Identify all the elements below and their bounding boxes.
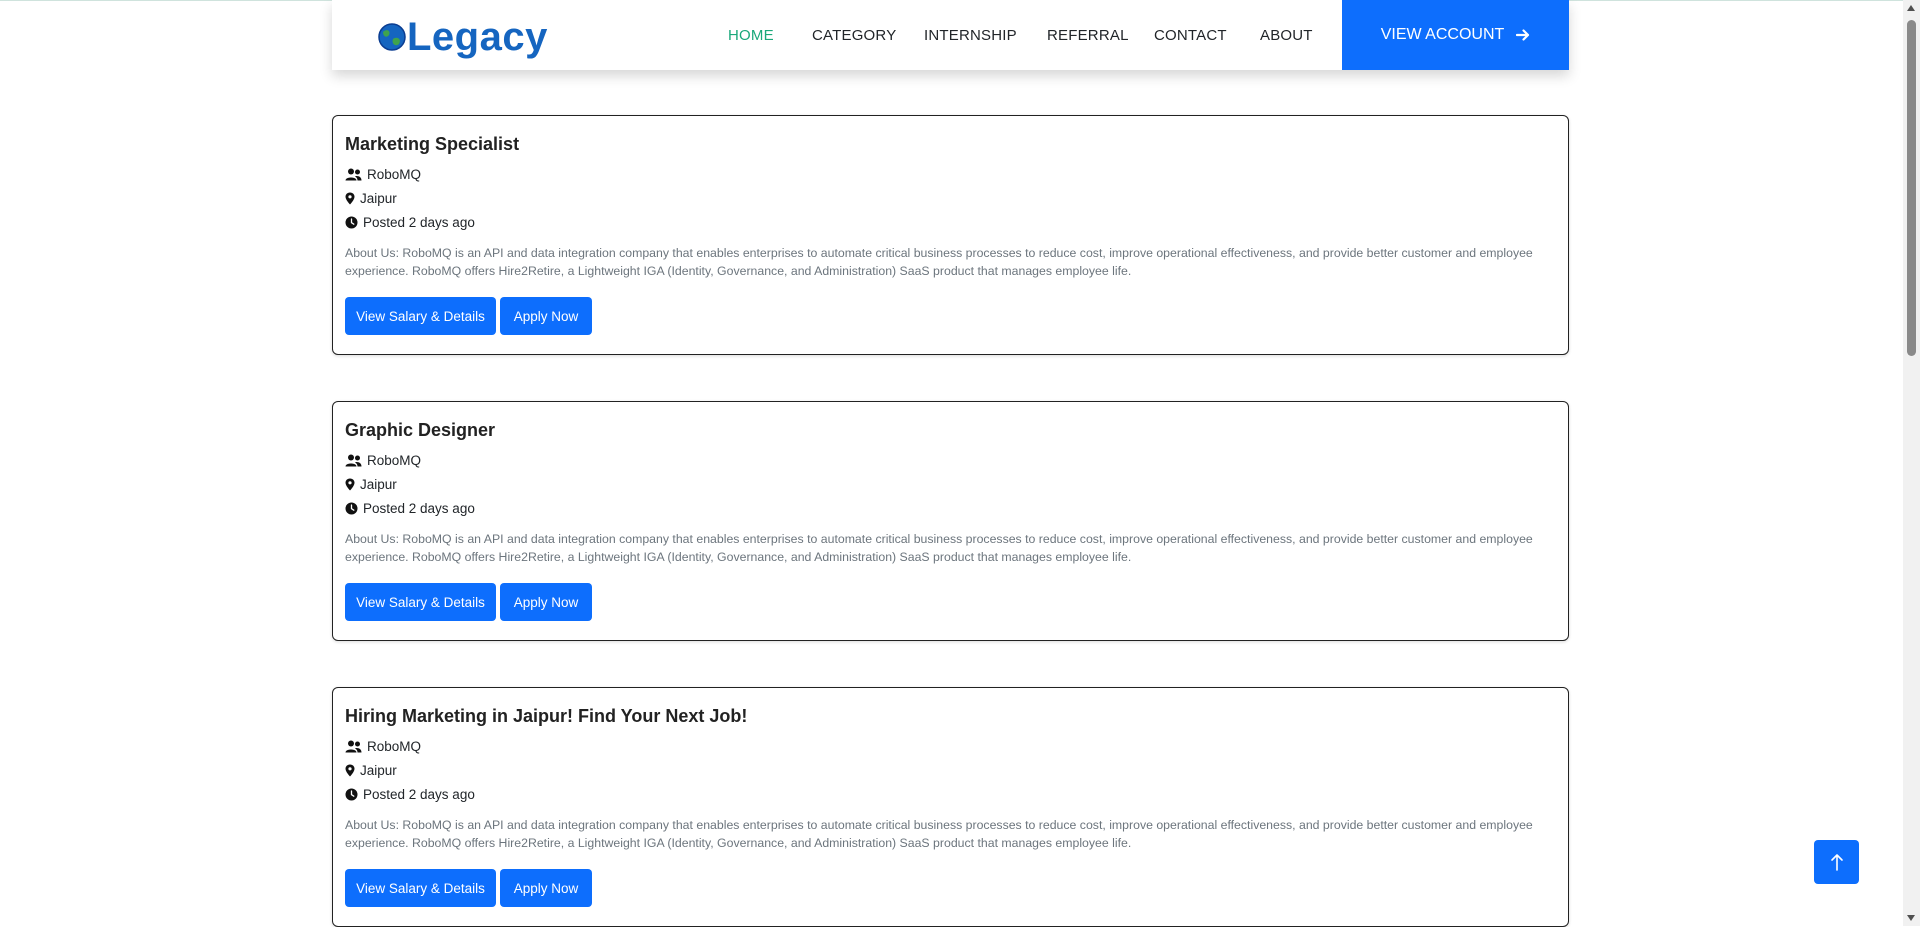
job-card: Marketing Specialist RoboMQ Jaipur Poste… [332,115,1569,355]
users-icon [345,168,362,181]
scrollbar-thumb[interactable] [1907,20,1916,356]
view-salary-details-button[interactable]: View Salary & Details [345,297,496,335]
users-icon [345,740,362,753]
nav-category[interactable]: CATEGORY [812,0,896,70]
arrow-up-icon [1830,854,1843,871]
view-account-button[interactable]: VIEW ACCOUNT [1342,0,1569,70]
apply-now-button[interactable]: Apply Now [500,583,592,621]
location-name: Jaipur [360,191,397,206]
nav-about[interactable]: ABOUT [1260,0,1313,70]
nav-contact[interactable]: CONTACT [1154,0,1227,70]
page-scrollbar[interactable] [1903,0,1920,926]
scroll-up-arrow-icon[interactable] [1907,5,1915,11]
job-posted: Posted 2 days ago [345,787,475,802]
map-pin-icon [345,478,355,491]
map-pin-icon [345,192,355,205]
clock-icon [345,502,358,515]
scroll-down-arrow-icon[interactable] [1907,915,1915,921]
users-icon [345,454,362,467]
job-card: Graphic Designer RoboMQ Jaipur Posted 2 … [332,401,1569,641]
company-name: RoboMQ [367,739,422,754]
job-location: Jaipur [345,477,397,492]
company-name: RoboMQ [367,167,422,182]
apply-now-button[interactable]: Apply Now [500,297,592,335]
posted-time: Posted 2 days ago [363,501,475,516]
job-description: About Us: RoboMQ is an API and data inte… [345,246,1533,278]
view-account-label: VIEW ACCOUNT [1380,26,1505,43]
nav-home[interactable]: HOME [728,0,774,70]
arrow-right-icon [1516,29,1530,41]
job-card: Hiring Marketing in Jaipur! Find Your Ne… [332,687,1569,927]
job-description: About Us: RoboMQ is an API and data inte… [345,532,1533,564]
job-title: Hiring Marketing in Jaipur! Find Your Ne… [345,706,748,726]
clock-icon [345,788,358,801]
job-description: About Us: RoboMQ is an API and data inte… [345,818,1533,850]
job-location: Jaipur [345,191,397,206]
nav-internship[interactable]: INTERNSHIP [924,0,1017,70]
map-pin-icon [345,764,355,777]
clock-icon [345,216,358,229]
view-salary-details-button[interactable]: View Salary & Details [345,869,496,907]
job-posted: Posted 2 days ago [345,501,475,516]
job-company: RoboMQ [345,739,421,754]
company-name: RoboMQ [367,453,422,468]
job-company: RoboMQ [345,453,421,468]
job-posted: Posted 2 days ago [345,215,475,230]
location-name: Jaipur [360,477,397,492]
site-header: Legacy HOME CATEGORY INTERNSHIP REFERRAL… [332,0,1569,70]
job-title: Marketing Specialist [345,134,520,154]
posted-time: Posted 2 days ago [363,215,475,230]
apply-now-button[interactable]: Apply Now [500,869,592,907]
job-title: Graphic Designer [345,420,496,440]
job-location: Jaipur [345,763,397,778]
job-company: RoboMQ [345,167,421,182]
location-name: Jaipur [360,763,397,778]
nav-referral[interactable]: REFERRAL [1047,0,1129,70]
scroll-to-top-button[interactable] [1814,840,1859,884]
view-salary-details-button[interactable]: View Salary & Details [345,583,496,621]
posted-time: Posted 2 days ago [363,787,475,802]
